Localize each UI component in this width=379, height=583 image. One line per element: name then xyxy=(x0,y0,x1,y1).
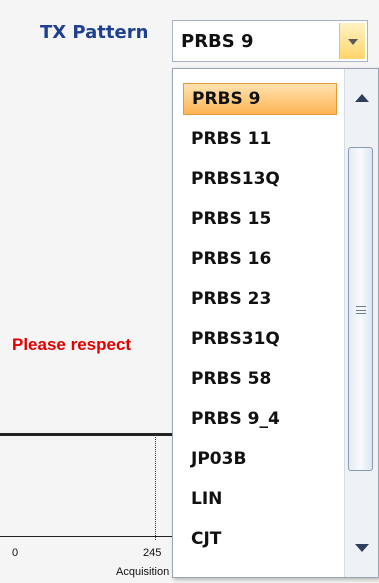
axis-tick-0: 0 xyxy=(12,547,19,559)
warning-message: Please respect xyxy=(12,335,132,354)
dropdown-item-prbs13q[interactable]: PRBS13Q xyxy=(183,163,337,195)
tx-pattern-label: TX Pattern xyxy=(40,22,149,43)
x-axis-label: Acquisition xyxy=(116,566,170,578)
scroll-up-button[interactable] xyxy=(345,83,378,113)
scroll-down-button[interactable] xyxy=(345,533,378,563)
scrollbar-thumb[interactable] xyxy=(348,147,373,471)
axis-tick-245: 245 xyxy=(143,547,162,559)
scroll-up-arrow-icon xyxy=(354,94,369,102)
dropdown-item-prbs-11[interactable]: PRBS 11 xyxy=(183,123,337,155)
chevron-down-icon xyxy=(347,39,358,45)
dropdown-item-prbs31q[interactable]: PRBS31Q xyxy=(183,323,337,355)
plot-bottom-axis-line xyxy=(0,536,180,537)
dropdown-item-prbs-23[interactable]: PRBS 23 xyxy=(183,283,337,315)
dropdown-item-lin[interactable]: LIN xyxy=(183,483,337,515)
combobox-dropdown-button[interactable] xyxy=(339,23,365,59)
pattern-dropdown-list[interactable]: PRBS 9 PRBS 11 PRBS13Q PRBS 15 PRBS 16 P… xyxy=(172,68,379,578)
dropdown-items: PRBS 9 PRBS 11 PRBS13Q PRBS 15 PRBS 16 P… xyxy=(173,69,343,577)
plot-top-axis-line xyxy=(0,433,180,436)
combobox-selected-value: PRBS 9 xyxy=(181,31,254,52)
dropdown-item-prbs-15[interactable]: PRBS 15 xyxy=(183,203,337,235)
dropdown-item-prbs-9-4[interactable]: PRBS 9_4 xyxy=(183,403,337,435)
tx-pattern-combobox[interactable]: PRBS 9 xyxy=(172,20,368,62)
dropdown-item-jp03b[interactable]: JP03B xyxy=(183,443,337,475)
dropdown-scrollbar[interactable] xyxy=(344,69,378,577)
dropdown-item-prbs-16[interactable]: PRBS 16 xyxy=(183,243,337,275)
dropdown-item-cjt[interactable]: CJT xyxy=(183,523,337,555)
plot-marker-line xyxy=(155,434,157,540)
dropdown-item-prbs-58[interactable]: PRBS 58 xyxy=(183,363,337,395)
dropdown-item-prbs-9[interactable]: PRBS 9 xyxy=(183,83,337,115)
scroll-down-arrow-icon xyxy=(354,544,369,552)
scroll-grip-icon xyxy=(356,306,366,314)
